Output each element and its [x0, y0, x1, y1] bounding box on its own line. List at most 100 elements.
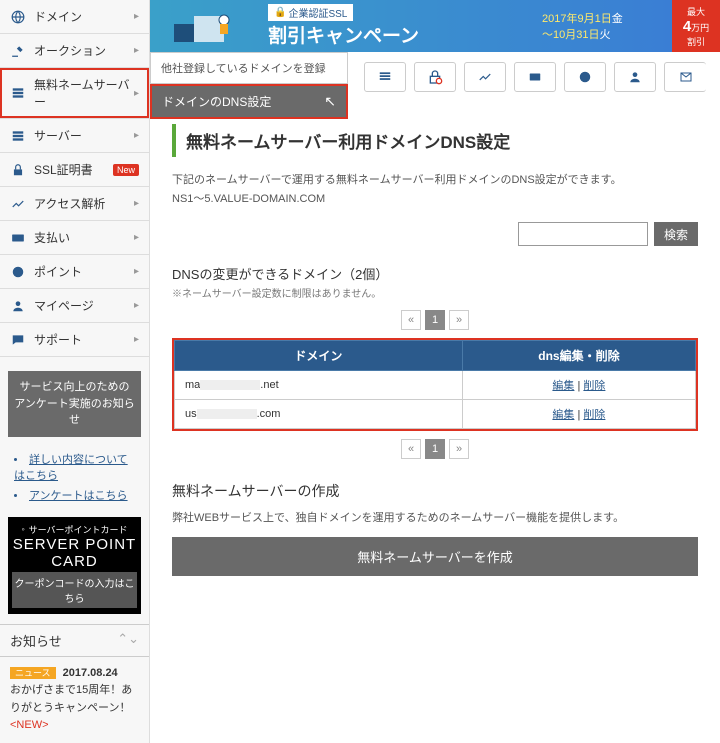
lock-icon: 🔒: [274, 7, 286, 18]
news-heading: お知らせ ⌃⌄: [0, 624, 149, 657]
edit-link[interactable]: 編集: [552, 380, 574, 392]
chevron-right-icon: ▸: [134, 334, 139, 345]
sidebar-item-mypage[interactable]: マイページ ▸: [0, 289, 149, 323]
sidebar-item-analytics[interactable]: アクセス解析 ▸: [0, 187, 149, 221]
sidebar-item-free-nameserver[interactable]: 無料ネームサーバー ▸: [0, 68, 149, 119]
pager-current[interactable]: 1: [425, 439, 445, 459]
chevron-right-icon: ▸: [134, 130, 139, 141]
edit-link[interactable]: 編集: [552, 409, 574, 421]
banner-title: 割引キャンペーン: [268, 21, 536, 48]
sidebar-item-label: ドメイン: [34, 8, 134, 25]
toolbar-lock-icon[interactable]: [414, 62, 456, 92]
content: 無料ネームサーバー利用ドメインDNS設定 下記のネームサーバーで運用する無料ネー…: [150, 124, 720, 576]
spc-tag: ◦サーバーポイントカード: [12, 523, 137, 536]
lock-icon: [10, 162, 26, 178]
survey-line2: アンケート実施のお知らせ: [14, 396, 135, 429]
user-icon: [10, 298, 26, 314]
ssl-campaign-banner[interactable]: 🔒企業認証SSL 割引キャンペーン 2017年9月1日金 ～10月31日火 最大…: [150, 0, 720, 52]
chevron-right-icon: ▸: [134, 45, 139, 56]
sidebar-item-domain[interactable]: ドメイン ▸: [0, 0, 149, 34]
delete-link[interactable]: 削除: [583, 380, 605, 392]
toolbar-mail-icon[interactable]: [664, 62, 706, 92]
sidebar-item-label: ポイント: [34, 263, 134, 280]
pager-next[interactable]: »: [449, 310, 469, 330]
chevron-right-icon: ▸: [134, 198, 139, 209]
sidebar-item-label: サーバー: [34, 127, 134, 144]
sidebar-item-payment[interactable]: 支払い ▸: [0, 221, 149, 255]
sidebar-item-label: 無料ネームサーバー: [34, 76, 134, 110]
table-header-actions: dns編集・削除: [462, 341, 695, 371]
card-icon: [10, 230, 26, 246]
sidebar-item-label: サポート: [34, 331, 134, 348]
survey-link-form[interactable]: アンケートはこちら: [29, 490, 128, 502]
sidebar-item-label: アクセス解析: [34, 195, 134, 212]
chevron-up-down-icon[interactable]: ⌃⌄: [117, 631, 139, 647]
cursor-icon: ↖: [324, 93, 336, 110]
search-input[interactable]: [518, 222, 648, 246]
create-nameserver-button[interactable]: 無料ネームサーバーを作成: [172, 537, 698, 576]
coin-icon: [10, 264, 26, 280]
toolbar-server-icon[interactable]: [364, 62, 406, 92]
globe-icon: [10, 9, 26, 25]
spc-sub: クーポンコードの入力はこちら: [12, 572, 137, 608]
banner-discount-badge: 最大 4万円 割引: [672, 0, 720, 52]
server-icon: [10, 85, 26, 101]
domain-cell: us.com: [175, 400, 463, 429]
flyout-item-register-external[interactable]: 他社登録しているドメインを登録: [150, 52, 348, 84]
pager-current[interactable]: 1: [425, 310, 445, 330]
sidebar-item-label: マイページ: [34, 297, 134, 314]
delete-link[interactable]: 削除: [583, 409, 605, 421]
search-row: 検索: [172, 222, 698, 246]
domain-cell: ma.net: [175, 371, 463, 400]
sidebar-item-label: オークション: [34, 42, 134, 59]
table-row: us.com 編集 | 削除: [175, 400, 696, 429]
survey-links: 詳しい内容についてはこちら アンケートはこちら: [14, 451, 135, 503]
sidebar-flyout: 他社登録しているドメインを登録 ドメインのDNS設定 ↖: [150, 52, 348, 119]
create-heading: 無料ネームサーバーの作成: [172, 481, 698, 501]
domain-list-heading: DNSの変更ができるドメイン（2個）: [172, 264, 698, 283]
sidebar: ドメイン ▸ オークション ▸ 無料ネームサーバー ▸ サーバー ▸ SSL証明…: [0, 0, 150, 743]
sidebar-item-auction[interactable]: オークション ▸: [0, 34, 149, 68]
dot-icon: ◦: [21, 524, 24, 534]
flyout-item-dns-settings[interactable]: ドメインのDNS設定 ↖: [152, 86, 346, 117]
table-row: ma.net 編集 | 削除: [175, 371, 696, 400]
table-header-domain: ドメイン: [175, 341, 463, 371]
search-button[interactable]: 検索: [654, 222, 698, 246]
survey-line1: サービス向上のための: [14, 379, 135, 396]
toolbar-wallet-icon[interactable]: [514, 62, 556, 92]
pager-next[interactable]: »: [449, 439, 469, 459]
survey-box: サービス向上のための アンケート実施のお知らせ: [8, 371, 141, 437]
news-body: おかげさまで15周年！ありがとうキャンペーン！: [10, 684, 132, 714]
domain-table: ドメイン dns編集・削除 ma.net 編集 | 削除 us.com 編集 |…: [174, 340, 696, 429]
toolbar-chart-icon[interactable]: [464, 62, 506, 92]
sidebar-item-support[interactable]: サポート ▸: [0, 323, 149, 357]
toolbar-coin-icon[interactable]: [564, 62, 606, 92]
sidebar-item-ssl[interactable]: SSL証明書 New: [0, 153, 149, 187]
sidebar-item-label: SSL証明書: [34, 161, 109, 178]
banner-illustration: [150, 0, 268, 52]
toolbar-user-icon[interactable]: [614, 62, 656, 92]
chat-icon: [10, 332, 26, 348]
banner-text: 🔒企業認証SSL 割引キャンペーン: [268, 0, 536, 52]
news-tag: ニュース: [10, 667, 56, 679]
server-point-card[interactable]: ◦サーバーポイントカード SERVER POINT CARD クーポンコードの入…: [8, 517, 141, 614]
chevron-right-icon: ▸: [134, 266, 139, 277]
page-heading: 無料ネームサーバー利用ドメインDNS設定: [172, 124, 698, 157]
banner-tag: 🔒企業認証SSL: [268, 4, 353, 21]
actions-cell: 編集 | 削除: [462, 371, 695, 400]
sidebar-item-server[interactable]: サーバー ▸: [0, 119, 149, 153]
news-item[interactable]: ニュース 2017.08.24 おかげさまで15周年！ありがとうキャンペーン！ …: [0, 657, 149, 743]
chevron-right-icon: ▸: [134, 11, 139, 22]
domain-table-wrapper: ドメイン dns編集・削除 ma.net 編集 | 削除 us.com 編集 |…: [172, 338, 698, 431]
chevron-right-icon: ▸: [134, 232, 139, 243]
sidebar-item-point[interactable]: ポイント ▸: [0, 255, 149, 289]
page-description: 下記のネームサーバーで運用する無料ネームサーバー利用ドメインのDNS設定ができま…: [172, 171, 698, 208]
gavel-icon: [10, 43, 26, 59]
server-icon: [10, 128, 26, 144]
pager-prev[interactable]: «: [401, 310, 421, 330]
pager-prev[interactable]: «: [401, 439, 421, 459]
pager-top: « 1 »: [172, 310, 698, 330]
news-date: 2017.08.24: [63, 667, 118, 679]
survey-link-details[interactable]: 詳しい内容についてはこちら: [14, 454, 128, 482]
actions-cell: 編集 | 削除: [462, 400, 695, 429]
